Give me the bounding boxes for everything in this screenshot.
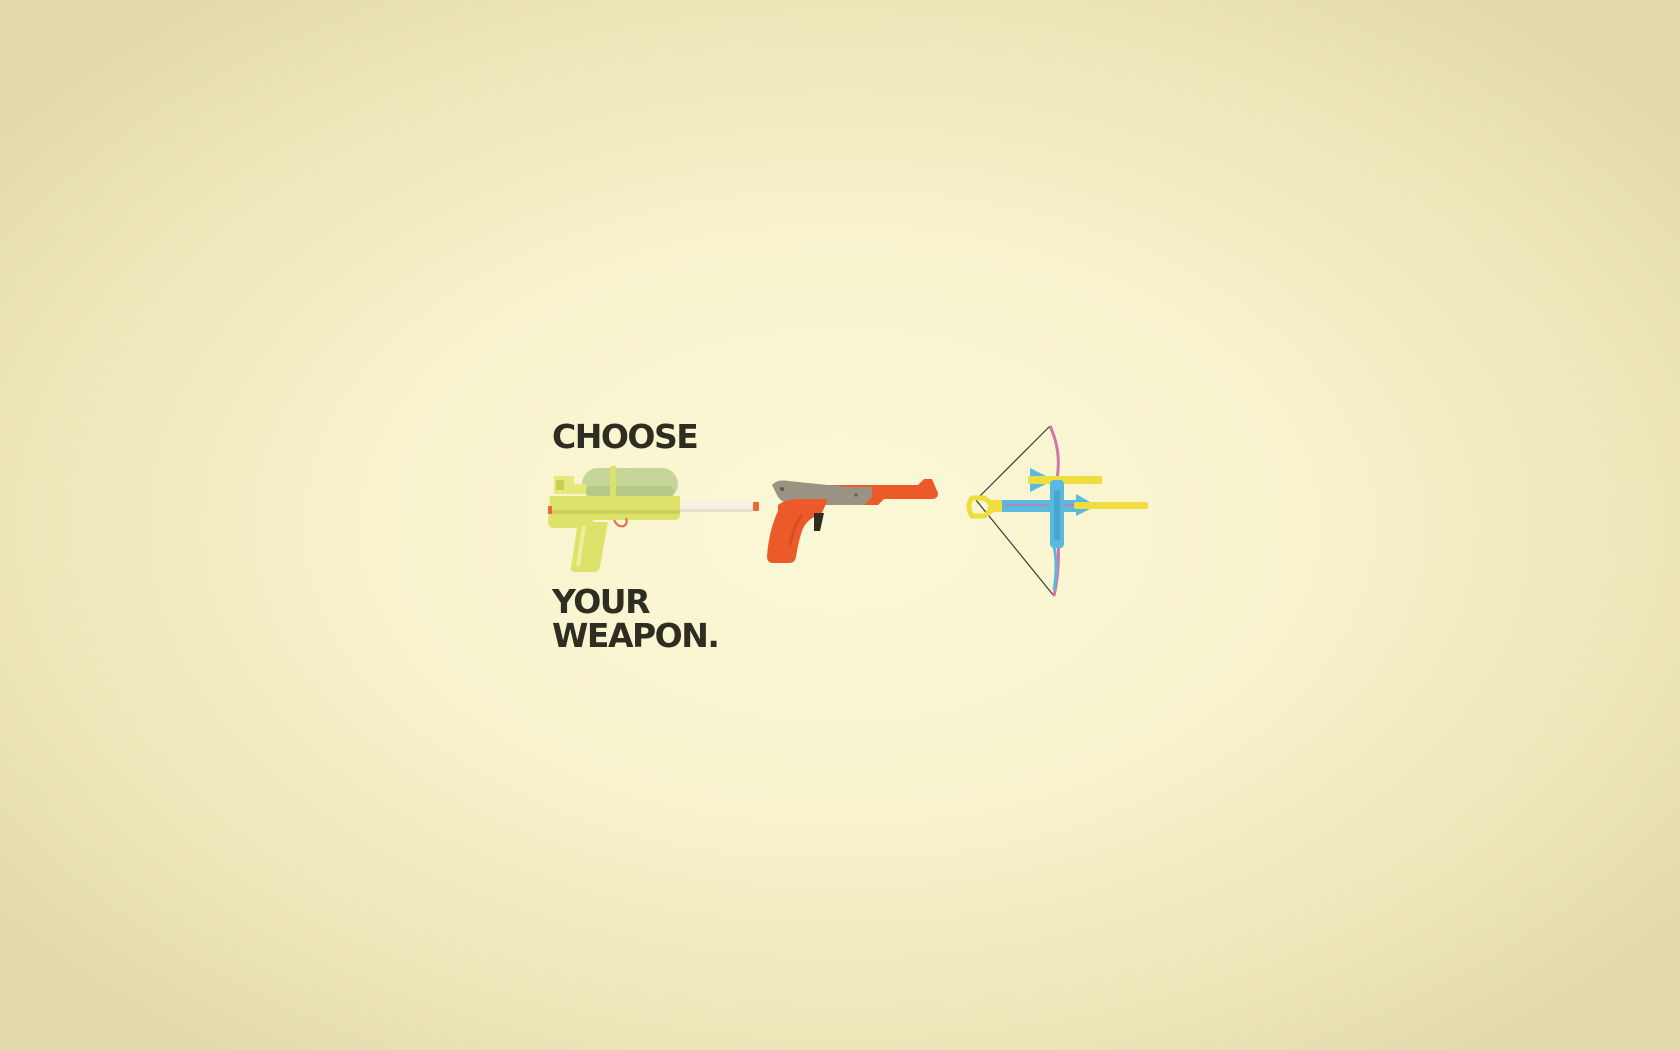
headline-weapon: WEAPON. [552,616,720,655]
headline-choose: CHOOSE [552,417,699,456]
wallpaper: CHOOSE YOUR WEAPON. [0,0,1680,1050]
headline-your: YOUR [552,582,650,621]
crossbow-icon [966,425,1148,597]
water-gun-icon [548,466,759,572]
zapper-light-gun-icon [767,479,938,563]
